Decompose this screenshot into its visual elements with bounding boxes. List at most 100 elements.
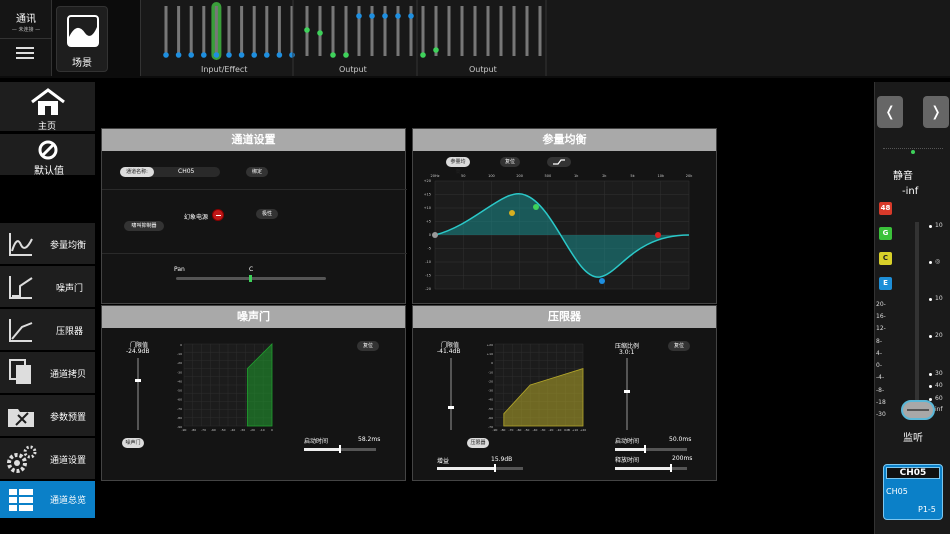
channel-card[interactable]: CH05 CH05 P1-5	[883, 464, 943, 520]
eq-band-handle[interactable]	[432, 232, 438, 238]
fader-level-dot[interactable]	[226, 52, 232, 58]
limiter-release-handle[interactable]	[670, 464, 672, 472]
limiter-ratio-handle[interactable]	[624, 390, 630, 393]
fader-slot[interactable]	[265, 6, 269, 56]
gate-reset-button[interactable]: 复位	[357, 341, 379, 351]
fader-slot[interactable]	[227, 6, 231, 56]
fader-slot[interactable]	[202, 6, 206, 56]
fader-slot[interactable]	[499, 6, 503, 56]
sidebar-item-peq[interactable]: 参量均衡	[0, 223, 95, 265]
fader-level-dot[interactable]	[213, 52, 220, 58]
limiter-reset-button[interactable]: 复位	[668, 341, 690, 351]
fader-level-dot[interactable]	[201, 52, 207, 58]
sidebar-default[interactable]: 默认值	[0, 134, 95, 177]
peq-graph[interactable]: 20Hz 50 100 200 500 1k 2k 5k 10k 20k +20 +15 +10 +5 0 -…	[413, 171, 718, 305]
prev-channel-button[interactable]: ❬	[877, 96, 903, 128]
phantom-power-button[interactable]	[212, 209, 224, 221]
fader-slot[interactable]	[344, 6, 348, 56]
limiter-attack-handle[interactable]	[644, 445, 646, 453]
menu-icon[interactable]	[16, 47, 34, 59]
phase-button[interactable]: 极性	[256, 209, 278, 219]
comm-status-box[interactable]: 通讯 — 未连接 —	[0, 0, 52, 76]
fader-slot[interactable]	[164, 6, 168, 56]
peq-enable-button[interactable]: 参量均衡	[446, 157, 470, 175]
fader-slot[interactable]	[473, 6, 477, 56]
compressor-tag[interactable]: C	[879, 252, 892, 265]
eq-band-handle[interactable]	[533, 204, 539, 210]
fader-slot[interactable]	[277, 6, 281, 56]
channel-name-field[interactable]: 通道名称: CH05	[120, 167, 220, 177]
fader-slot[interactable]	[486, 6, 490, 56]
fader-slot[interactable]	[447, 6, 451, 56]
gate-enable-button[interactable]: 噪声门	[122, 438, 144, 448]
next-channel-button[interactable]: ❭	[923, 96, 949, 128]
fader-level-dot[interactable]	[408, 13, 414, 19]
limiter-enable-button[interactable]: 压限器	[467, 438, 489, 448]
fader-level-dot[interactable]	[356, 13, 362, 19]
fader-overview[interactable]: Input/Effect Output Output	[140, 0, 950, 76]
fader-scale-label: 20	[935, 332, 943, 339]
fader-level-dot[interactable]	[317, 30, 323, 36]
fader-level-dot[interactable]	[382, 13, 388, 19]
fader-slot[interactable]	[460, 6, 464, 56]
gate-attack-handle[interactable]	[339, 445, 341, 453]
gate-tag[interactable]: G	[879, 227, 892, 240]
fader-level-dot[interactable]	[163, 52, 169, 58]
fader-slot[interactable]	[538, 6, 542, 56]
gate-threshold-handle[interactable]	[135, 379, 141, 382]
sidebar-item-gate[interactable]: 噪声门	[0, 266, 95, 308]
fader-level-dot[interactable]	[420, 52, 426, 58]
eq-band-handle[interactable]	[599, 278, 605, 284]
fader-slot[interactable]	[214, 6, 218, 56]
phantom-48v-tag[interactable]: 48	[879, 202, 892, 215]
fader-slot[interactable]	[525, 6, 529, 56]
fader-level-dot[interactable]	[188, 52, 194, 58]
fader-slot[interactable]	[331, 6, 335, 56]
fader-track[interactable]	[915, 222, 919, 414]
fader-slot[interactable]	[421, 6, 425, 56]
sidebar-item-limiter[interactable]: 压限器	[0, 309, 95, 351]
feedback-suppressor-button[interactable]: 啸叫抑制器	[124, 221, 164, 231]
limiter-threshold-handle[interactable]	[448, 406, 454, 409]
eq-band-handle[interactable]	[655, 232, 661, 238]
limiter-gain-handle[interactable]	[494, 464, 496, 472]
sidebar-item-copy[interactable]: 通道拷贝	[0, 352, 95, 394]
limiter-ratio-slider[interactable]	[626, 358, 628, 430]
mute-button[interactable]: 静音	[893, 167, 913, 182]
fader-level-dot[interactable]	[276, 52, 283, 58]
fader-level-dot[interactable]	[395, 13, 401, 19]
fader-slot[interactable]	[240, 6, 244, 56]
channel-fader-handle[interactable]	[901, 400, 935, 420]
fader-level-dot[interactable]	[289, 52, 295, 58]
filter-shape-button[interactable]	[547, 157, 571, 167]
fader-slot[interactable]	[177, 6, 181, 56]
eq-tag[interactable]: E	[879, 277, 892, 290]
pan-slider-handle[interactable]	[249, 275, 252, 282]
limiter-graph[interactable]: +20+100-10-20-30-40-50-60-70-90 -80 -70 -60…	[485, 340, 587, 434]
gate-threshold-slider[interactable]	[137, 358, 139, 430]
fader-strips[interactable]	[141, 0, 950, 76]
monitor-button[interactable]: 监听	[891, 430, 935, 448]
fader-slot[interactable]	[252, 6, 256, 56]
fader-level-dot[interactable]	[264, 52, 270, 58]
eq-band-handle[interactable]	[509, 210, 515, 216]
fader-level-dot[interactable]	[304, 27, 310, 33]
fader-level-dot[interactable]	[251, 52, 257, 58]
fader-slot[interactable]	[512, 6, 516, 56]
bind-button[interactable]: 绑定	[246, 167, 268, 177]
fader-level-dot[interactable]	[175, 52, 182, 58]
sidebar-item-overview[interactable]: 通道总览	[0, 481, 95, 519]
sidebar-item-preset[interactable]: 参数预置	[0, 395, 95, 437]
freq-tick-label: 2k	[602, 174, 607, 178]
limiter-threshold-slider[interactable]	[450, 358, 452, 430]
fader-level-dot[interactable]	[343, 52, 349, 58]
gate-graph[interactable]: 0-10-20-30-40-50-60-70-80-90-90 -80 -70 -60…	[174, 340, 276, 434]
peq-reset-button[interactable]: 复位	[500, 157, 520, 167]
fader-level-dot[interactable]	[238, 52, 245, 58]
fader-level-dot[interactable]	[433, 47, 439, 53]
fader-level-dot[interactable]	[369, 13, 375, 19]
fader-level-dot[interactable]	[330, 52, 336, 58]
sidebar-home[interactable]: 主页	[0, 82, 95, 132]
sidebar-item-channel-settings[interactable]: 通道设置	[0, 438, 95, 480]
fader-slot[interactable]	[189, 6, 193, 56]
